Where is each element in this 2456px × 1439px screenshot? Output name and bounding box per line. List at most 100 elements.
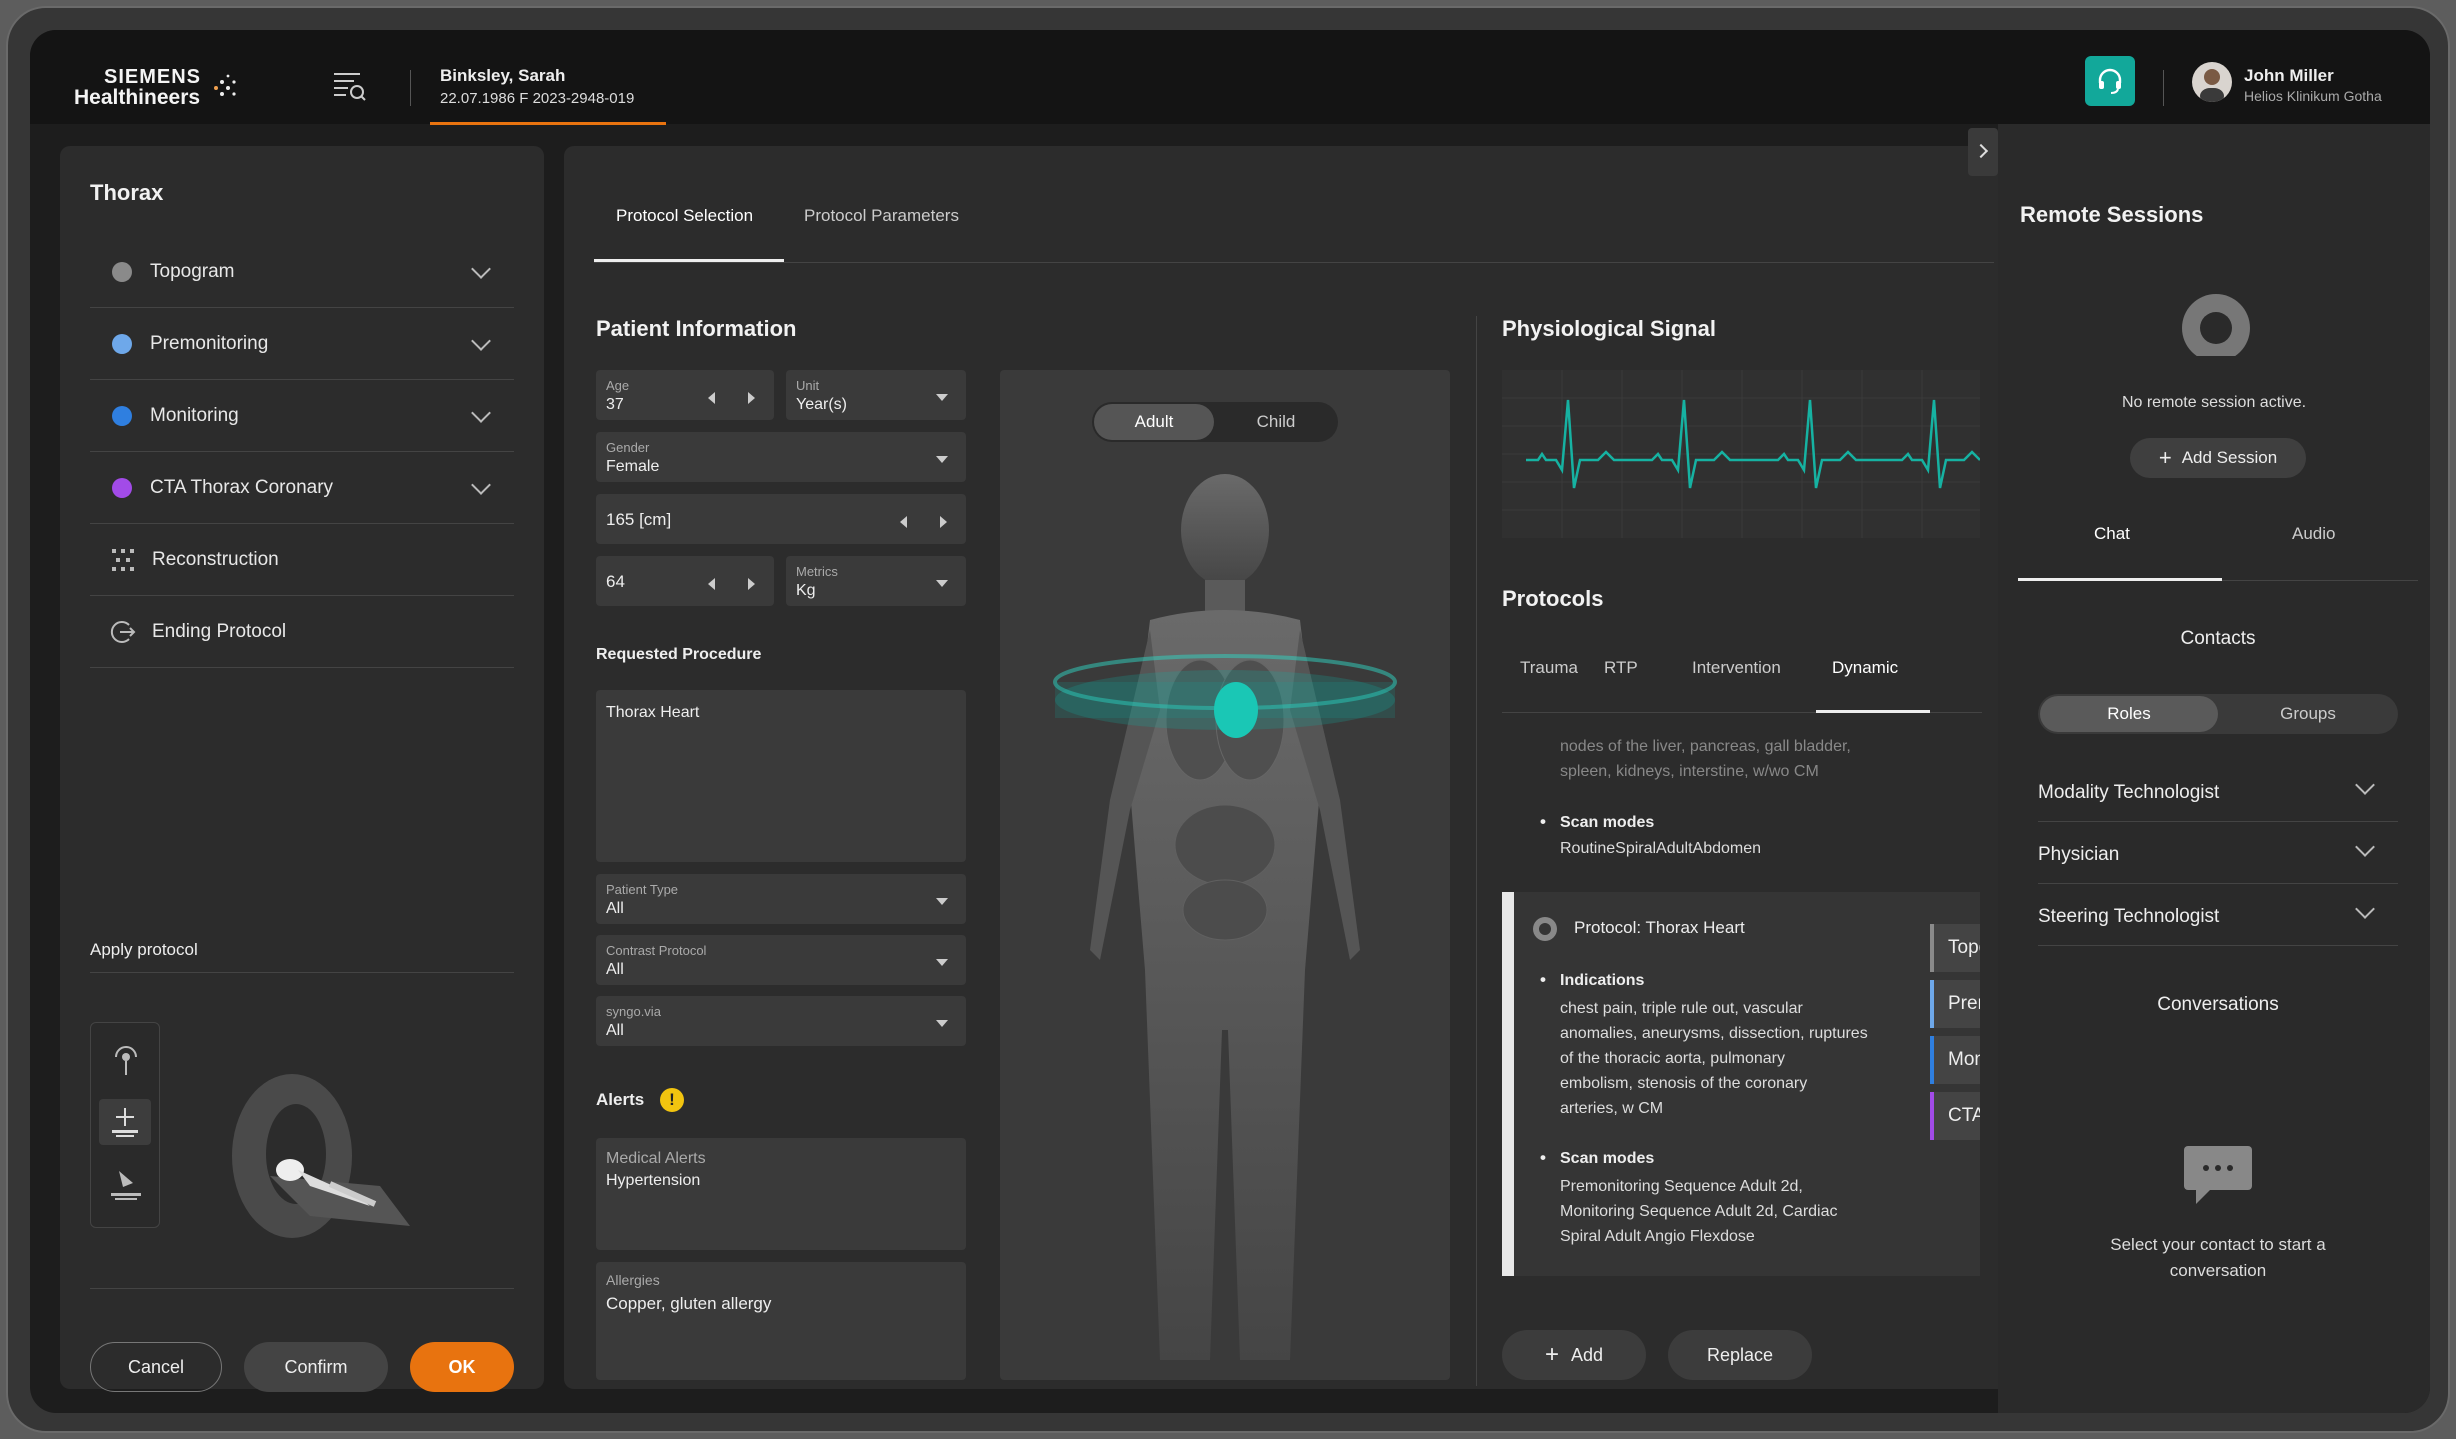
confirm-button[interactable]: Confirm — [244, 1342, 388, 1392]
step-label: Topogram — [150, 260, 235, 282]
adult-toggle[interactable]: Adult — [1094, 404, 1214, 440]
tab-audio[interactable]: Audio — [2292, 524, 2335, 544]
chevron-down-icon[interactable] — [471, 330, 491, 351]
field-label: Allergies — [606, 1272, 660, 1288]
role-physician[interactable]: Physician — [2038, 822, 2398, 884]
cancel-button[interactable]: Cancel — [90, 1342, 222, 1392]
prev-text-line: spleen, kidneys, interstine, w/wo CM — [1560, 763, 1819, 780]
plus-icon: + — [2158, 445, 2172, 470]
medical-alerts-field[interactable]: Medical Alerts Hypertension — [596, 1138, 966, 1250]
ecg-signal-chart — [1502, 370, 1980, 538]
avatar[interactable] — [2192, 62, 2232, 102]
decrement-icon[interactable] — [900, 516, 907, 528]
table-move-icon — [112, 1108, 138, 1137]
decrement-icon[interactable] — [708, 392, 715, 404]
role-modality-technologist[interactable]: Modality Technologist — [2038, 760, 2398, 822]
ok-button[interactable]: OK — [410, 1342, 514, 1392]
field-value: Year(s) — [796, 396, 847, 413]
patient-search-icon[interactable] — [330, 68, 370, 104]
field-value: Hypertension — [606, 1172, 701, 1189]
gender-select[interactable]: Gender Female — [596, 432, 966, 482]
bullet-icon: • — [1540, 970, 1546, 989]
indications-label: Indications — [1560, 972, 1645, 989]
add-session-button[interactable]: + Add Session — [2130, 438, 2306, 478]
collapse-panel-button[interactable] — [1968, 128, 1998, 176]
step-label: Ending Protocol — [152, 620, 287, 642]
head-first-icon[interactable] — [111, 1043, 141, 1077]
step-ending-protocol[interactable]: Ending Protocol — [90, 596, 514, 668]
field-label: Gender — [606, 440, 650, 455]
text-line: anomalies, aneurysms, dissection, ruptur… — [1560, 1025, 1868, 1042]
roles-toggle[interactable]: Roles — [2040, 696, 2218, 732]
step-cta-thorax-coronary[interactable]: CTA Thorax Coronary — [90, 452, 514, 524]
decrement-icon[interactable] — [708, 578, 715, 590]
patient-name[interactable]: Binksley, Sarah — [440, 66, 565, 86]
tab-chat[interactable]: Chat — [2094, 524, 2130, 544]
tab-trauma[interactable]: Trauma — [1520, 658, 1578, 678]
scan-modes-label: Scan modes — [1560, 1150, 1655, 1167]
unit-select[interactable]: Unit Year(s) — [786, 370, 966, 420]
apply-protocol-label: Apply protocol — [90, 940, 198, 959]
text-line: embolism, stenosis of the coronary — [1560, 1075, 1808, 1092]
protocol-step-tag[interactable]: Topo — [1930, 924, 1980, 972]
table-move-button[interactable] — [99, 1099, 151, 1145]
increment-icon[interactable] — [748, 392, 755, 404]
body-model-illustration — [1053, 474, 1397, 1360]
tab-intervention[interactable]: Intervention — [1692, 658, 1781, 678]
protocol-card[interactable]: Protocol: Thorax Heart • Indications che… — [1502, 892, 1980, 1276]
gantry-icon — [1533, 917, 1557, 941]
chevron-down-icon[interactable] — [471, 474, 491, 495]
step-topogram[interactable]: Topogram — [90, 236, 514, 308]
field-value: All — [606, 900, 624, 917]
height-stepper[interactable]: 165 [cm] — [596, 494, 966, 544]
increment-icon[interactable] — [940, 516, 947, 528]
protocol-step-tag[interactable]: CTA T — [1930, 1092, 1980, 1140]
exit-icon — [110, 620, 136, 643]
allergies-field[interactable]: Allergies Copper, gluten allergy — [596, 1262, 966, 1380]
alerts-label: Alerts — [596, 1090, 645, 1109]
workflow-panel: Thorax Topogram Premonitoring Monitoring… — [60, 146, 544, 1392]
feet-first-icon[interactable] — [109, 1167, 143, 1203]
contrast-protocol-select[interactable]: Contrast Protocol All — [596, 935, 966, 985]
child-toggle[interactable]: Child — [1216, 404, 1336, 440]
remote-session-button[interactable] — [2085, 56, 2135, 106]
weight-stepper[interactable]: 64 — [596, 556, 774, 606]
role-steering-technologist[interactable]: Steering Technologist — [2038, 884, 2398, 946]
button-label: Add — [1570, 1344, 1604, 1365]
step-reconstruction[interactable]: Reconstruction — [90, 524, 514, 596]
text-line: Premonitoring Sequence Adult 2d, — [1560, 1178, 1803, 1195]
conversations-title: Conversations — [2157, 994, 2279, 1015]
tab-dynamic[interactable]: Dynamic — [1832, 658, 1898, 678]
replace-button[interactable]: Replace — [1668, 1330, 1812, 1380]
chat-bubble-icon — [2184, 1146, 2252, 1204]
protocol-step-tag[interactable]: Prem — [1930, 980, 1980, 1028]
age-stepper[interactable]: Age 37 — [596, 370, 774, 420]
syngo-via-select[interactable]: syngo.via All — [596, 996, 966, 1046]
tab-protocol-parameters[interactable]: Protocol Parameters — [804, 206, 959, 226]
patient-type-select[interactable]: Patient Type All — [596, 874, 966, 924]
caret-down-icon — [936, 580, 948, 587]
add-button[interactable]: + Add — [1502, 1330, 1646, 1380]
caret-down-icon — [936, 456, 948, 463]
no-session-text: No remote session active. — [2121, 394, 2307, 411]
increment-icon[interactable] — [748, 578, 755, 590]
signal-title: Physiological Signal — [1502, 316, 1716, 341]
step-premonitoring[interactable]: Premonitoring — [90, 308, 514, 380]
step-monitoring[interactable]: Monitoring — [90, 380, 514, 452]
text-line: chest pain, triple rule out, vascular — [1560, 1000, 1803, 1017]
field-value: 165 [cm] — [606, 510, 672, 529]
groups-toggle[interactable]: Groups — [2220, 696, 2396, 732]
protocol-step-tag[interactable]: Moni — [1930, 1036, 1980, 1084]
tab-protocol-selection[interactable]: Protocol Selection — [616, 206, 753, 226]
metrics-select[interactable]: Metrics Kg — [786, 556, 966, 606]
chevron-down-icon[interactable] — [471, 258, 491, 279]
field-label: Patient Type — [606, 882, 679, 897]
chevron-down-icon[interactable] — [471, 402, 491, 423]
patient-info: 22.07.1986 F 2023-2948-019 — [440, 90, 635, 107]
role-label: Modality Technologist — [2038, 782, 2220, 803]
requested-procedure-field[interactable]: Thorax Heart — [596, 690, 966, 862]
top-bar: SIEMENS Healthineers Binksley, Sarah 22.… — [30, 30, 2430, 125]
scan-modes-text: Premonitoring Sequence Adult 2d, Monitor… — [1560, 1174, 1838, 1249]
tab-rtp[interactable]: RTP — [1604, 658, 1638, 678]
field-label: Unit — [796, 378, 820, 393]
